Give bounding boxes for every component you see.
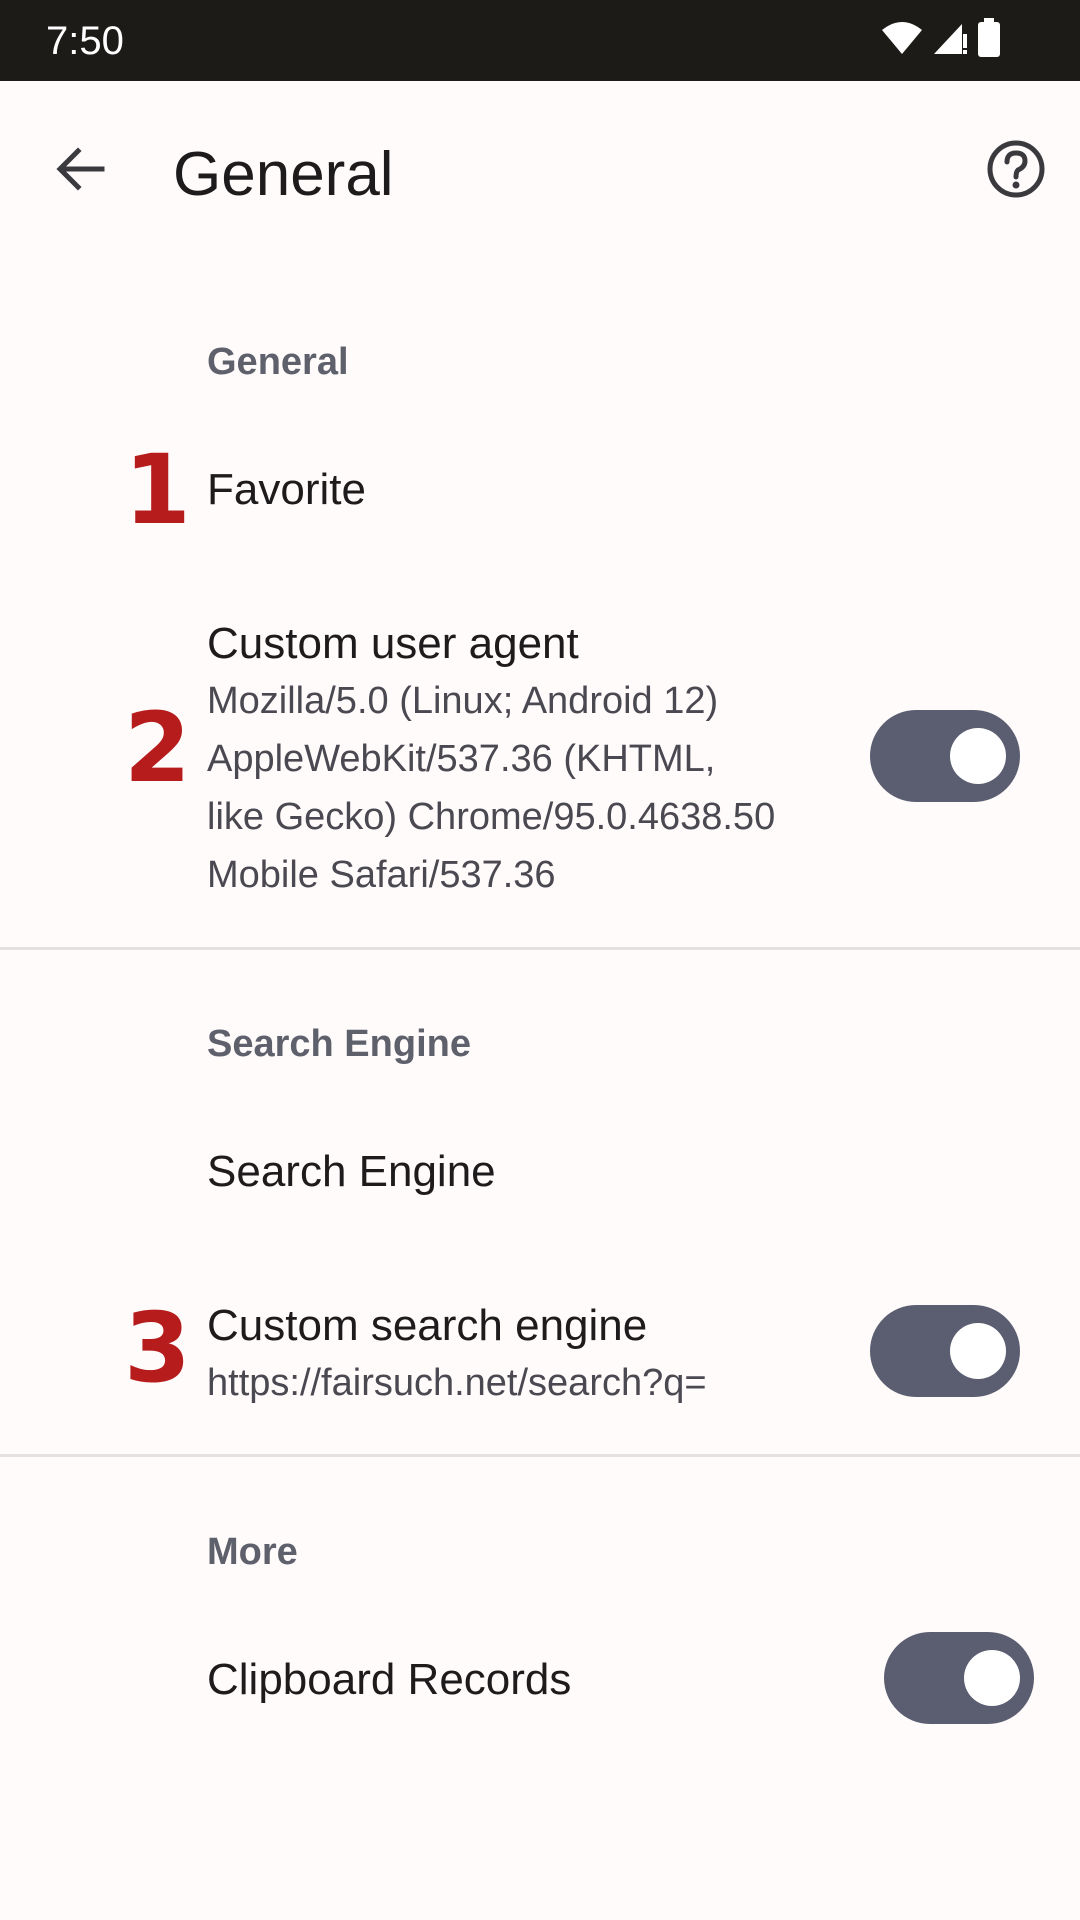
help-circle-icon (986, 139, 1046, 204)
section-header-search-engine: Search Engine (207, 1023, 471, 1065)
custom-search-engine-title: Custom search engine (207, 1301, 648, 1350)
divider (0, 1454, 1080, 1457)
divider (0, 947, 1080, 950)
signal-icon (932, 20, 968, 61)
section-header-more: More (207, 1531, 298, 1573)
status-bar: 7:50 (0, 0, 1080, 81)
custom-user-agent-toggle[interactable] (870, 710, 1020, 802)
search-engine-title: Search Engine (207, 1147, 496, 1196)
favorite-title: Favorite (207, 465, 366, 514)
page-title: General (173, 140, 394, 209)
user-agent-line: like Gecko) Chrome/95.0.4638.50 (207, 796, 776, 838)
annotation-marker-2: 2 (124, 692, 191, 804)
app-bar: General (0, 81, 1080, 267)
clipboard-records-toggle[interactable] (884, 1632, 1034, 1724)
status-icons (880, 17, 1002, 63)
custom-search-engine-summary: https://fairsuch.net/search?q= (207, 1362, 707, 1404)
search-engine-row[interactable] (0, 1100, 1080, 1240)
help-button[interactable] (976, 131, 1056, 211)
custom-user-agent-title: Custom user agent (207, 619, 579, 668)
custom-search-engine-toggle[interactable] (870, 1305, 1020, 1397)
user-agent-line: Mozilla/5.0 (Linux; Android 12) (207, 680, 719, 722)
back-button[interactable] (40, 131, 120, 211)
arrow-back-icon (54, 143, 106, 200)
user-agent-line: Mobile Safari/537.36 (207, 854, 556, 896)
user-agent-line: AppleWebKit/537.36 (KHTML, (207, 738, 716, 780)
toggle-thumb (950, 1323, 1006, 1379)
wifi-icon (880, 20, 924, 61)
section-header-general: General (207, 341, 349, 383)
toggle-thumb (964, 1650, 1020, 1706)
annotation-marker-3: 3 (124, 1292, 191, 1404)
custom-user-agent-summary: Mozilla/5.0 (Linux; Android 12) AppleWeb… (207, 672, 837, 904)
annotation-marker-1: 1 (124, 434, 191, 546)
battery-icon (976, 17, 1002, 63)
clipboard-records-title: Clipboard Records (207, 1655, 572, 1704)
status-time: 7:50 (46, 19, 124, 63)
toggle-thumb (950, 728, 1006, 784)
